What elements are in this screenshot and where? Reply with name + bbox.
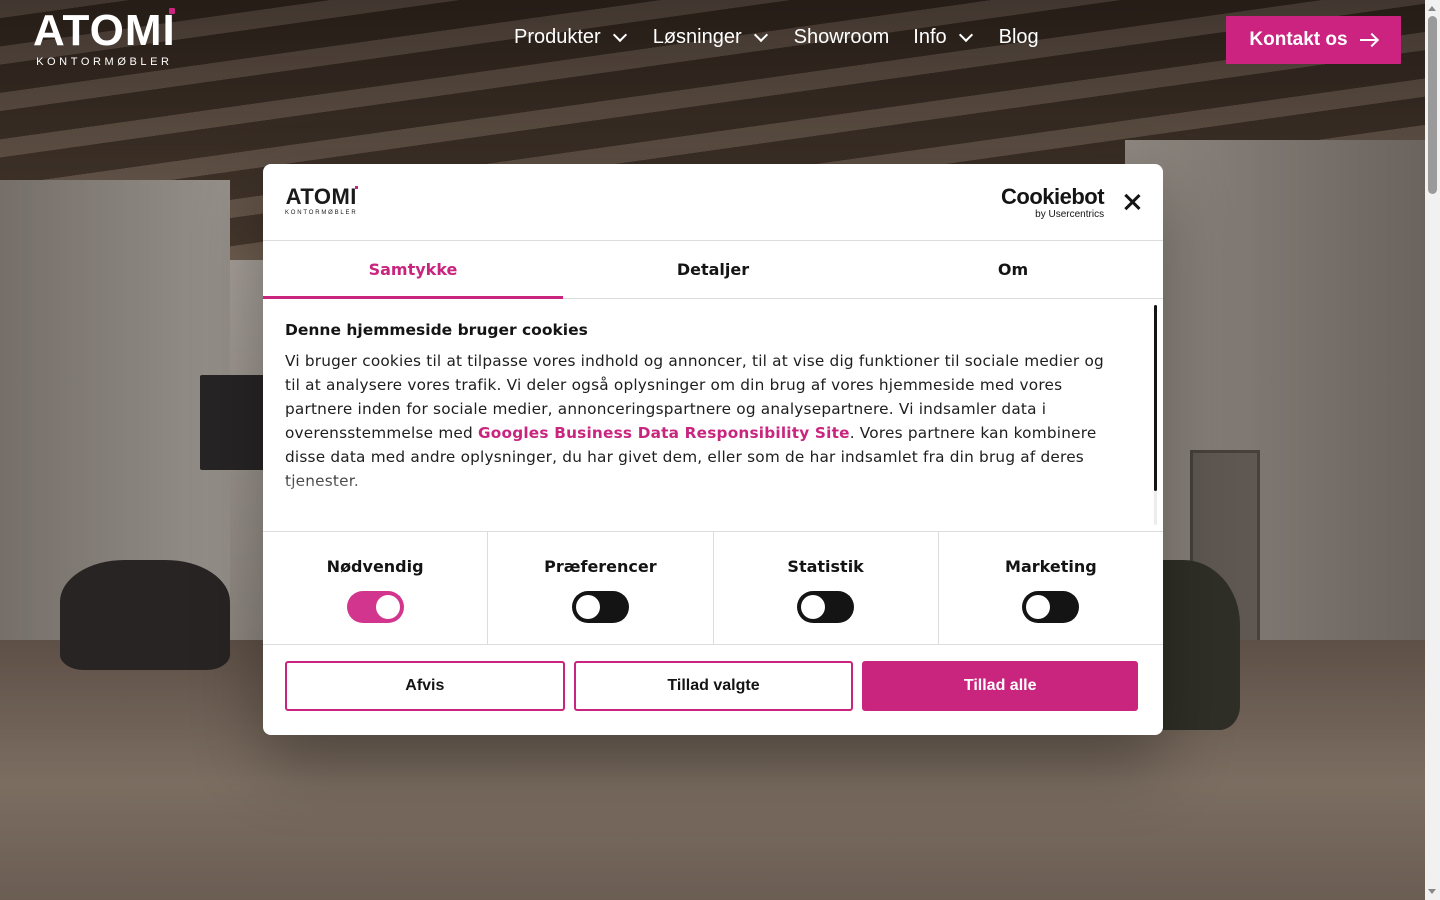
nav-item-produkter[interactable]: Produkter (514, 26, 629, 49)
scroll-down-icon[interactable] (1428, 889, 1436, 894)
contact-button-label: Kontakt os (1249, 29, 1348, 50)
pref-praeferencer: Præferencer (488, 532, 714, 644)
tab-om[interactable]: Om (863, 241, 1163, 298)
toggle-marketing[interactable] (1022, 591, 1080, 623)
nav-item-showroom[interactable]: Showroom (794, 26, 890, 49)
nav-item-label: Info (913, 26, 947, 48)
nav-item-label: Showroom (793, 26, 890, 48)
tab-samtykke[interactable]: Samtykke (263, 241, 563, 299)
nav-item-info[interactable]: Info (913, 26, 974, 49)
arrow-right-icon (1359, 33, 1378, 47)
dialog-site-logo: ATOMI KONTORMØBLER (285, 186, 358, 216)
site-header: ATOMI KONTORMØBLER Produkter Løsninger S… (0, 0, 1425, 80)
chevron-down-icon (753, 27, 768, 43)
tab-detaljer[interactable]: Detaljer (563, 241, 863, 298)
site-logo[interactable]: ATOMI KONTORMØBLER (33, 6, 176, 69)
dialog-body: Denne hjemmeside bruger cookies Vi bruge… (263, 299, 1163, 531)
cookie-preferences: Nødvendig Præferencer Statistik Marketin… (263, 531, 1163, 645)
nav-item-blog[interactable]: Blog (999, 26, 1039, 49)
toggle-nodvendig[interactable] (346, 591, 404, 623)
logo-tagline: KONTORMØBLER (36, 56, 173, 68)
main-nav: Produkter Løsninger Showroom Info Blog (514, 26, 1039, 49)
chevron-down-icon (958, 27, 973, 43)
pref-nodvendig: Nødvendig (263, 532, 489, 644)
body-fade (263, 471, 1163, 531)
pref-label: Statistik (787, 557, 864, 576)
cookiebot-byline: by Usercentrics (1035, 209, 1105, 220)
toggle-knob (575, 595, 600, 619)
scrollbar-thumb[interactable] (1428, 16, 1437, 194)
toggle-praeferencer[interactable] (571, 591, 629, 623)
nav-item-losninger[interactable]: Løsninger (653, 26, 770, 49)
dialog-tabs: Samtykke Detaljer Om (263, 241, 1163, 299)
toggle-knob (1026, 595, 1051, 619)
allow-all-button[interactable]: Tillad alle (862, 661, 1139, 711)
body-scroll-thumb[interactable] (1154, 305, 1157, 491)
toggle-knob (801, 595, 826, 619)
chevron-down-icon (612, 27, 627, 43)
dialog-actions: Afvis Tillad valgte Tillad alle (263, 645, 1163, 711)
nav-item-label: Produkter (514, 26, 601, 48)
logo-accent-dot (354, 186, 358, 189)
pref-label: Præferencer (544, 557, 657, 576)
cookiebot-logo[interactable]: Cookiebot by Usercentrics (1001, 184, 1105, 221)
pref-statistik: Statistik (714, 532, 939, 644)
logo-accent-dot (168, 8, 175, 14)
google-policy-link[interactable]: Googles Business Data Responsibility Sit… (478, 424, 850, 442)
nav-item-label: Blog (998, 26, 1039, 48)
cookie-consent-dialog: ATOMI KONTORMØBLER Cookiebot by Usercent… (263, 164, 1163, 735)
page-scrollbar[interactable] (1425, 0, 1440, 900)
cookiebot-wordmark: Cookiebot (1001, 184, 1105, 209)
dialog-logo-wordmark: ATOMI (285, 184, 357, 209)
scroll-up-icon[interactable] (1428, 6, 1436, 11)
pref-marketing: Marketing (939, 532, 1163, 644)
pref-label: Nødvendig (326, 557, 424, 576)
dialog-header: ATOMI KONTORMØBLER Cookiebot by Usercent… (263, 164, 1163, 241)
toggle-knob (375, 595, 400, 619)
contact-button[interactable]: Kontakt os (1226, 16, 1401, 64)
toggle-statistik[interactable] (797, 591, 855, 623)
allow-selected-button[interactable]: Tillad valgte (573, 661, 854, 711)
body-title: Denne hjemmeside bruger cookies (285, 321, 588, 339)
dialog-logo-tagline: KONTORMØBLER (285, 210, 358, 216)
nav-item-label: Løsninger (652, 26, 742, 48)
close-icon[interactable] (1123, 193, 1141, 211)
pref-label: Marketing (1005, 557, 1097, 576)
reject-button[interactable]: Afvis (285, 661, 565, 711)
logo-wordmark: ATOMI (33, 6, 176, 55)
